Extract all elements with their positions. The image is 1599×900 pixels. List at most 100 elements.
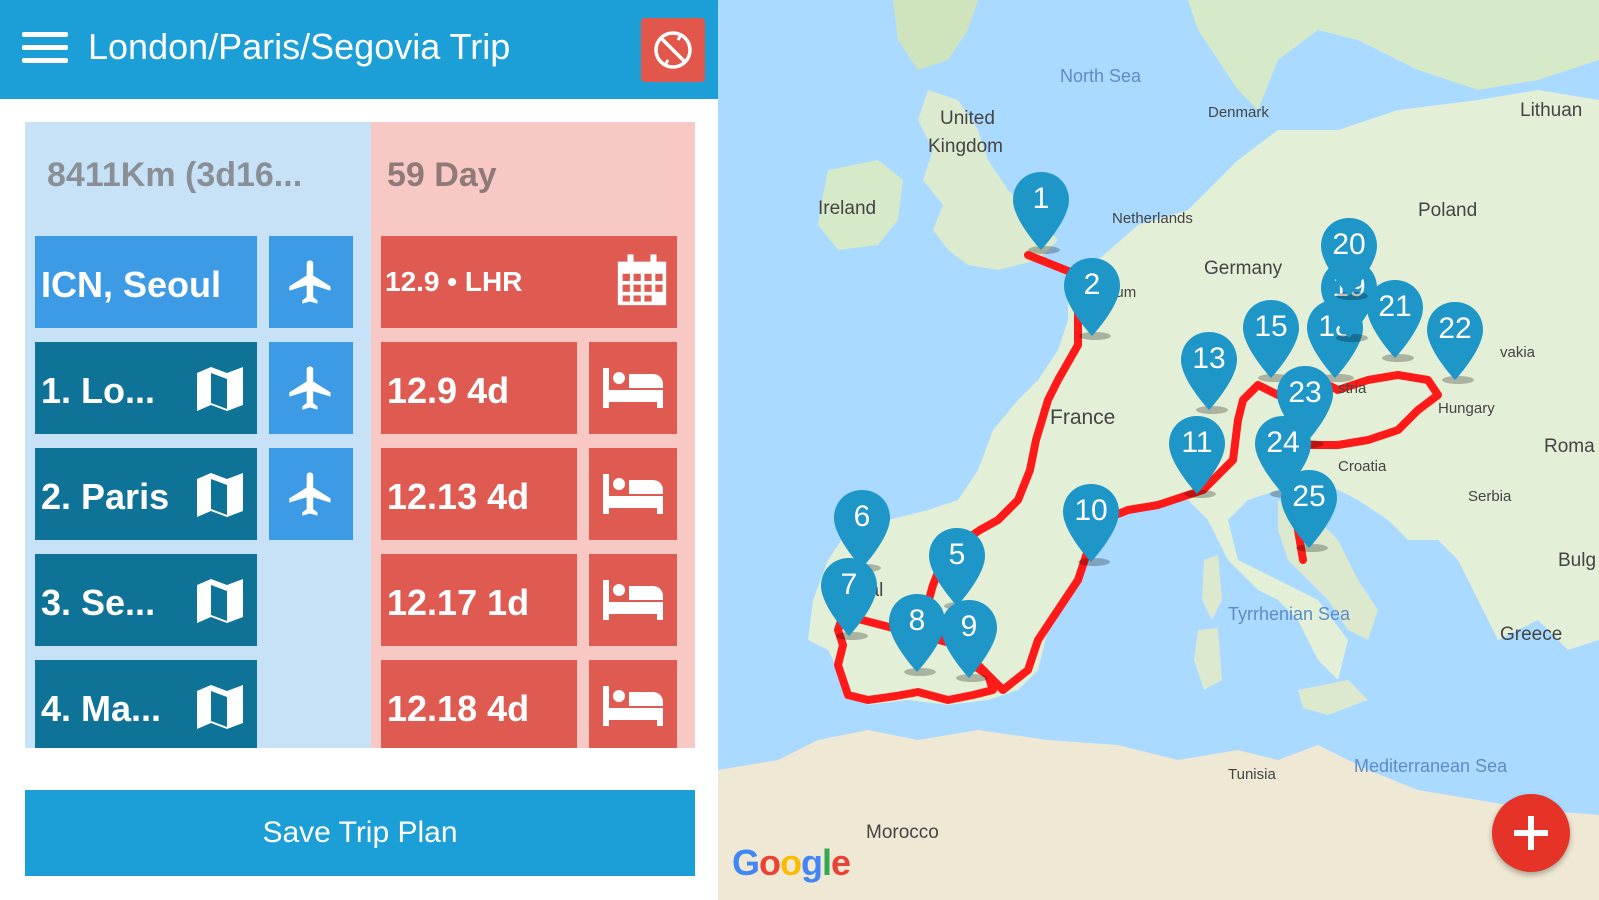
flight-button[interactable] xyxy=(269,448,353,540)
stay-4-button[interactable]: 12.18 4d xyxy=(381,660,577,748)
map-label: Hungary xyxy=(1438,400,1495,417)
map-label: Tunisia xyxy=(1228,766,1276,783)
marker-number: 15 xyxy=(1254,310,1288,343)
marker-number: 24 xyxy=(1266,426,1300,459)
stay-3-label: 12.17 1d xyxy=(387,582,530,623)
map-marker-1[interactable]: 1 xyxy=(1010,170,1072,254)
bed-icon xyxy=(603,580,663,620)
marker-number: 6 xyxy=(853,500,871,533)
stop-3-label: 3. Se... xyxy=(41,582,156,623)
distance-summary: 8411Km (3d16... xyxy=(25,122,371,230)
map-label: Morocco xyxy=(866,822,939,843)
marker-number: 7 xyxy=(840,568,858,601)
stop-1-button[interactable]: 1. Lo... xyxy=(35,342,257,434)
marker-number: 23 xyxy=(1288,376,1322,409)
map-marker-7[interactable]: 7 xyxy=(818,556,880,640)
marker-number: 11 xyxy=(1181,426,1213,459)
arrival-date-button[interactable]: 12.9 • LHR xyxy=(381,236,677,328)
bed-icon xyxy=(603,686,663,726)
map-label: Serbia xyxy=(1468,488,1512,505)
map-marker-25[interactable]: 25 xyxy=(1278,468,1340,552)
marker-number: 25 xyxy=(1292,480,1326,513)
stay-4-label: 12.18 4d xyxy=(387,688,530,729)
marker-number: 13 xyxy=(1192,342,1226,375)
marker-number: 21 xyxy=(1378,290,1412,323)
hotel-button[interactable] xyxy=(589,554,677,646)
schedule-list: 12.9 • LHR 12.9 4d 12.13 4d 12.17 1d 12.… xyxy=(371,230,695,748)
map-label: Roma xyxy=(1544,436,1595,457)
map-label: Poland xyxy=(1418,200,1478,221)
map-icon xyxy=(197,473,243,517)
map-label: North Sea xyxy=(1060,66,1142,86)
map-label: Croatia xyxy=(1338,458,1387,475)
trip-planner-app: London/Paris/Segovia Trip 8411Km (3d16..… xyxy=(0,0,1599,900)
origin-city-button[interactable]: ICN, Seoul xyxy=(35,236,257,328)
map-label: Greece xyxy=(1500,624,1563,645)
stay-2-label: 12.13 4d xyxy=(387,476,530,517)
add-stop-button[interactable] xyxy=(1492,794,1570,872)
map-label: Netherlands xyxy=(1112,210,1193,227)
map-marker-13[interactable]: 13 xyxy=(1178,330,1240,414)
map-label: Tyrrhenian Sea xyxy=(1228,604,1351,624)
bed-icon xyxy=(603,368,663,408)
flight-button[interactable] xyxy=(269,342,353,434)
marker-number: 20 xyxy=(1332,228,1366,261)
hotel-button[interactable] xyxy=(589,448,677,540)
route-list: ICN, Seoul 1. Lo... 2. Paris 3. Se... 4.… xyxy=(25,230,371,748)
map-icon xyxy=(197,579,243,623)
marker-number: 1 xyxy=(1032,182,1050,215)
airplane-icon xyxy=(289,472,331,516)
map-marker-21[interactable]: 21 xyxy=(1364,278,1426,362)
map-label: vakia xyxy=(1500,344,1536,361)
map-icon xyxy=(197,367,243,411)
trip-panel: London/Paris/Segovia Trip 8411Km (3d16..… xyxy=(0,0,718,900)
map-marker-22[interactable]: 22 xyxy=(1424,300,1486,384)
marker-number: 5 xyxy=(948,538,966,571)
map-icon xyxy=(197,685,243,729)
trip-title: London/Paris/Segovia Trip xyxy=(88,26,511,67)
arrival-label: 12.9 • LHR xyxy=(385,266,523,297)
marker-number: 9 xyxy=(960,610,978,643)
map-label: United xyxy=(940,108,995,129)
hotel-button[interactable] xyxy=(589,342,677,434)
map-marker-10[interactable]: 10 xyxy=(1060,482,1122,566)
bed-icon xyxy=(603,474,663,514)
save-trip-plan-button[interactable]: Save Trip Plan xyxy=(25,790,695,876)
map-label: Denmark xyxy=(1208,104,1269,121)
map-label: Ireland xyxy=(818,198,877,219)
map-label: Bulg xyxy=(1558,550,1597,571)
stop-2-button[interactable]: 2. Paris xyxy=(35,448,257,540)
map-label: stria xyxy=(1338,380,1367,397)
airplane-icon xyxy=(289,366,331,410)
map-label: Germany xyxy=(1204,258,1283,279)
hotel-button[interactable] xyxy=(589,660,677,748)
origin-label: ICN, Seoul xyxy=(41,264,222,305)
stop-2-label: 2. Paris xyxy=(41,476,170,517)
flight-button[interactable] xyxy=(269,236,353,328)
stop-4-button[interactable]: 4. Ma... xyxy=(35,660,257,748)
reorder-button[interactable] xyxy=(641,18,705,82)
google-logo: Google xyxy=(732,842,851,883)
calendar-icon xyxy=(617,254,667,306)
marker-number: 22 xyxy=(1438,312,1472,345)
map-marker-9[interactable]: 9 xyxy=(938,598,1000,682)
map-marker-2[interactable]: 2 xyxy=(1061,256,1123,340)
map-label: Mediterranean Sea xyxy=(1354,756,1508,776)
total-distance: 8411Km (3d16... xyxy=(47,156,303,194)
total-days: 59 Day xyxy=(387,156,497,194)
map-marker-11[interactable]: 11 xyxy=(1166,414,1228,498)
stay-2-button[interactable]: 12.13 4d xyxy=(381,448,577,540)
stop-1-label: 1. Lo... xyxy=(41,370,156,411)
map-label: France xyxy=(1050,406,1116,429)
marker-number: 2 xyxy=(1083,268,1101,301)
stay-3-button[interactable]: 12.17 1d xyxy=(381,554,577,646)
stop-3-button[interactable]: 3. Se... xyxy=(35,554,257,646)
stay-1-label: 12.9 4d xyxy=(387,370,510,411)
menu-icon[interactable] xyxy=(22,30,68,66)
duration-summary: 59 Day xyxy=(371,122,695,230)
marker-number: 10 xyxy=(1074,494,1108,527)
stay-1-button[interactable]: 12.9 4d xyxy=(381,342,577,434)
map-label: Lithuan xyxy=(1520,100,1583,121)
airplane-icon xyxy=(289,260,331,304)
route-map[interactable]: North Sea United Kingdom Denmark Lithuan… xyxy=(718,0,1599,900)
